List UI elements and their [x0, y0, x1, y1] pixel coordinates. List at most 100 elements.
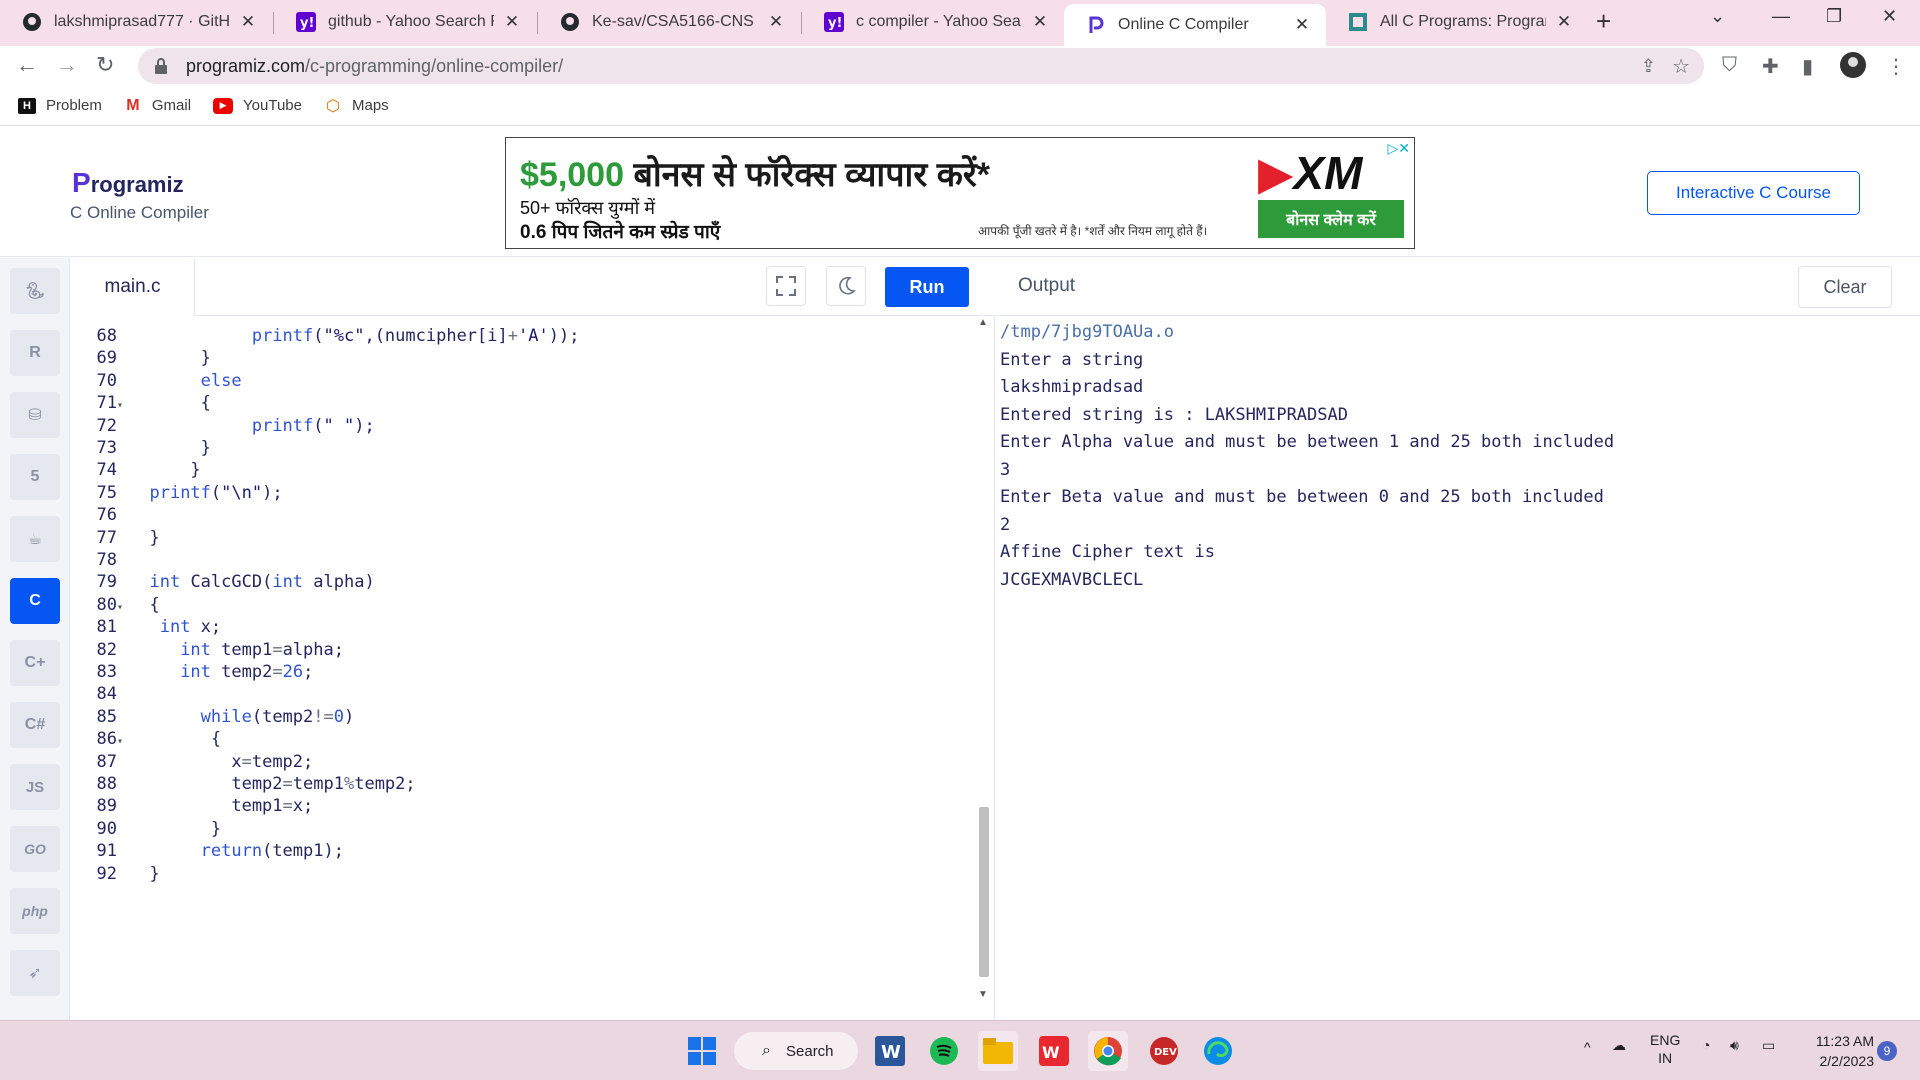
programiz-icon	[1086, 15, 1106, 35]
output-toolbar: Output Clear	[996, 258, 1920, 316]
ad-fine-print: आपकी पूँजी खतरे में है। *शर्तें और नियम …	[978, 224, 1208, 238]
share-icon[interactable]: ⇪	[1641, 56, 1656, 77]
c-language-icon[interactable]: C	[10, 578, 60, 624]
youtube-icon: ▶	[213, 97, 234, 114]
profile-avatar[interactable]	[1840, 52, 1866, 84]
bookmark-gmail[interactable]: M Gmail	[124, 97, 192, 115]
swift-icon[interactable]: ➶	[10, 950, 60, 996]
output-line: Affine Cipher text is	[1000, 542, 1215, 562]
php-icon[interactable]: php	[10, 888, 60, 934]
tab-online-c-compiler[interactable]: Online C Compiler ✕	[1064, 4, 1326, 46]
javascript-icon[interactable]: JS	[10, 764, 60, 810]
fullscreen-icon[interactable]	[766, 266, 806, 306]
svg-text:W: W	[881, 1042, 901, 1063]
code-text[interactable]: }	[129, 861, 159, 889]
python-icon[interactable]: 🐍︎	[10, 268, 60, 314]
yahoo-icon: y!	[824, 12, 844, 32]
windows-start-icon[interactable]	[682, 1031, 722, 1071]
restore-icon[interactable]: ❐	[1826, 6, 1842, 27]
taskbar-search[interactable]: ⌕ Search	[734, 1032, 858, 1070]
github-icon	[560, 12, 580, 32]
bookmark-problem[interactable]: H Problem	[18, 97, 102, 114]
java-icon[interactable]: ☕︎	[10, 516, 60, 562]
onedrive-warning-icon[interactable]: ☁	[1612, 1037, 1626, 1054]
advertisement-banner[interactable]: $5,000 बोनस से फॉरेक्स व्यापार करें* 50+…	[505, 137, 1415, 249]
csharp-icon[interactable]: C#	[10, 702, 60, 748]
minimize-icon[interactable]: —	[1772, 6, 1790, 27]
lock-icon[interactable]	[154, 58, 168, 74]
svg-text:DEV: DEV	[1154, 1047, 1177, 1058]
bookmark-youtube[interactable]: ▶ YouTube	[213, 97, 302, 114]
sql-database-icon[interactable]: ⛁	[10, 392, 60, 438]
battery-icon[interactable]: ▭	[1762, 1037, 1775, 1054]
url-path: /c-programming/online-compiler/	[305, 55, 564, 76]
spotify-icon[interactable]	[924, 1031, 964, 1071]
bookmark-label: Gmail	[151, 97, 192, 114]
forward-arrow-icon[interactable]: →	[56, 52, 78, 78]
cpp-icon[interactable]: C+	[10, 640, 60, 686]
wps-office-icon[interactable]: W	[1034, 1031, 1074, 1071]
output-line: JCGEXMAVBCLECL	[1000, 569, 1144, 590]
page-subtitle: C Online Compiler	[70, 203, 209, 222]
bookmark-maps[interactable]: ⬡ Maps	[324, 97, 389, 115]
programiz-logo[interactable]: Programiz	[72, 167, 184, 199]
page-header: Programiz C Online Compiler $5,000 बोनस …	[0, 127, 1920, 257]
window-close-icon[interactable]: ✕	[1882, 6, 1897, 27]
extensions-puzzle-icon[interactable]: ✚	[1762, 54, 1779, 79]
file-tab-main-c[interactable]: main.c	[71, 258, 195, 316]
tab-search-chevron-icon[interactable]: ⌄	[1710, 6, 1725, 27]
scrollbar-thumb[interactable]	[979, 807, 989, 977]
html-icon[interactable]: 5	[10, 454, 60, 500]
word-icon[interactable]: W	[870, 1031, 910, 1071]
chrome-menu-icon[interactable]: ⋮	[1886, 54, 1906, 79]
code-line[interactable]: 92 }	[71, 861, 971, 889]
scroll-down-icon[interactable]: ▼	[978, 989, 988, 1000]
tab-github-repo[interactable]: Ke-sav/CSA5166-CNS ✕	[538, 2, 800, 42]
close-icon[interactable]: ✕	[1030, 12, 1050, 32]
side-panel-icon[interactable]: ▮	[1802, 54, 1813, 79]
line-number: 92	[96, 863, 117, 884]
tab-yahoo-compiler[interactable]: y! c compiler - Yahoo Search R ✕	[802, 2, 1064, 42]
scroll-up-icon[interactable]: ▲	[978, 317, 988, 328]
code-editor[interactable]: 68 printf("%c",(numcipher[i]+'A')); 69 } 7…	[71, 317, 995, 1020]
output-console[interactable]: /tmp/7jbg9TOAUa.o Enter a string lakshmipr…	[996, 317, 1920, 1020]
url-bar[interactable]: programiz.com/c-programming/online-compi…	[138, 48, 1704, 84]
close-icon[interactable]: ✕	[766, 12, 786, 32]
bookmarks-bar: H Problem M Gmail ▶ YouTube ⬡ Maps	[0, 86, 1920, 126]
ad-choices-icon[interactable]: ▷✕	[1388, 140, 1411, 157]
dev-cpp-icon[interactable]: DEV	[1144, 1031, 1184, 1071]
close-icon[interactable]: ✕	[238, 12, 258, 32]
tab-yahoo-github[interactable]: y! github - Yahoo Search Resu ✕	[274, 2, 536, 42]
r-language-icon[interactable]: R	[10, 330, 60, 376]
editor-scrollbar[interactable]: ▲ ▼	[976, 317, 992, 1020]
close-icon[interactable]: ✕	[502, 12, 522, 32]
edge-icon[interactable]	[1198, 1031, 1238, 1071]
tray-chevron-icon[interactable]: ^	[1584, 1039, 1591, 1055]
new-tab-button[interactable]: +	[1596, 6, 1611, 37]
extension-shield-icon[interactable]: ⛉	[1722, 54, 1737, 77]
run-button[interactable]: Run	[885, 267, 969, 307]
wifi-icon[interactable]: ◔	[1702, 1037, 1710, 1053]
bookmark-label: YouTube	[243, 97, 302, 114]
file-explorer-icon[interactable]	[978, 1031, 1018, 1071]
go-icon[interactable]: GO	[10, 826, 60, 872]
interactive-course-button[interactable]: Interactive C Course	[1647, 171, 1860, 215]
tab-github-profile[interactable]: lakshmiprasad777 · GitHub ✕	[0, 2, 272, 42]
back-arrow-icon[interactable]: ←	[16, 52, 38, 78]
clear-button[interactable]: Clear	[1798, 266, 1892, 308]
url-host: programiz.com	[186, 55, 306, 76]
tab-all-c-programs[interactable]: All C Programs: Program 22 ✕	[1326, 2, 1588, 42]
reload-icon[interactable]: ↻	[96, 52, 114, 78]
system-clock[interactable]: 11:23 AM 2/2/2023	[1800, 1031, 1874, 1071]
notification-badge[interactable]: 9	[1877, 1041, 1897, 1061]
output-line: Enter a string	[1000, 349, 1144, 370]
language-indicator[interactable]: ENG IN	[1650, 1031, 1680, 1067]
tab-title: lakshmiprasad777 · GitHub	[54, 13, 230, 30]
chrome-icon[interactable]	[1088, 1031, 1128, 1071]
bookmark-star-icon[interactable]: ☆	[1672, 54, 1690, 79]
close-icon[interactable]: ✕	[1554, 12, 1574, 32]
volume-icon[interactable]: 🔊︎	[1730, 1037, 1739, 1054]
ad-cta-button[interactable]: बोनस क्लेम करें	[1258, 200, 1404, 238]
close-icon[interactable]: ✕	[1292, 15, 1312, 35]
dark-mode-moon-icon[interactable]	[826, 266, 866, 306]
